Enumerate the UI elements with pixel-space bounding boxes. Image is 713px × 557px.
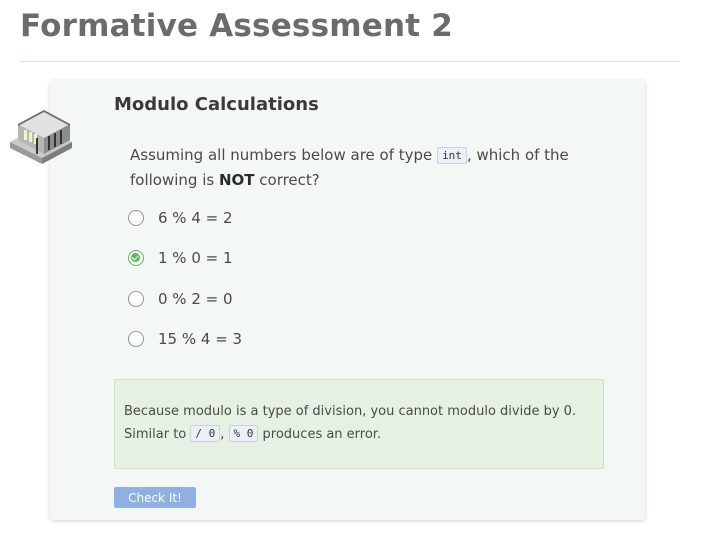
building-icon <box>10 110 72 164</box>
radio-checked-icon[interactable] <box>128 250 144 266</box>
check-it-button[interactable]: Check It! <box>114 487 196 508</box>
answer-option[interactable]: 0 % 2 = 0 <box>128 289 233 309</box>
answer-option-label: 15 % 4 = 3 <box>158 330 243 348</box>
radio-button[interactable] <box>128 331 144 347</box>
inline-code: int <box>437 147 467 164</box>
feedback-line: Because modulo is a type of division, yo… <box>124 404 577 419</box>
answer-option[interactable]: 15 % 4 = 3 <box>128 329 242 349</box>
answer-option[interactable]: 6 % 4 = 2 <box>128 208 233 228</box>
feedback-box: Because modulo is a type of division, yo… <box>114 379 604 469</box>
answer-option-label: 6 % 4 = 2 <box>158 209 233 227</box>
question-emphasis: NOT <box>218 171 255 189</box>
answer-option-label: 0 % 2 = 0 <box>158 290 233 308</box>
question-title: Modulo Calculations <box>114 94 319 115</box>
answer-option-selected[interactable]: 1 % 0 = 1 <box>128 248 233 268</box>
radio-button[interactable] <box>128 291 144 307</box>
answer-option-label: 1 % 0 = 1 <box>158 249 233 267</box>
radio-button[interactable] <box>128 210 144 226</box>
feedback-text: Because modulo is a type of division, yo… <box>124 401 594 446</box>
feedback-line-part: , <box>220 427 229 442</box>
page-title: Formative Assessment 2 <box>20 8 453 44</box>
feedback-line-part: produces an error. <box>258 427 382 442</box>
question-text: Assuming all numbers below are of type i… <box>130 143 600 192</box>
feedback-line-part: Similar to <box>124 427 191 442</box>
inline-code: % 0 <box>228 425 259 442</box>
title-divider <box>20 61 680 62</box>
inline-code: / 0 <box>190 425 221 442</box>
question-text-part: Assuming all numbers below are of type <box>130 146 438 164</box>
question-text-part: correct? <box>254 171 320 189</box>
